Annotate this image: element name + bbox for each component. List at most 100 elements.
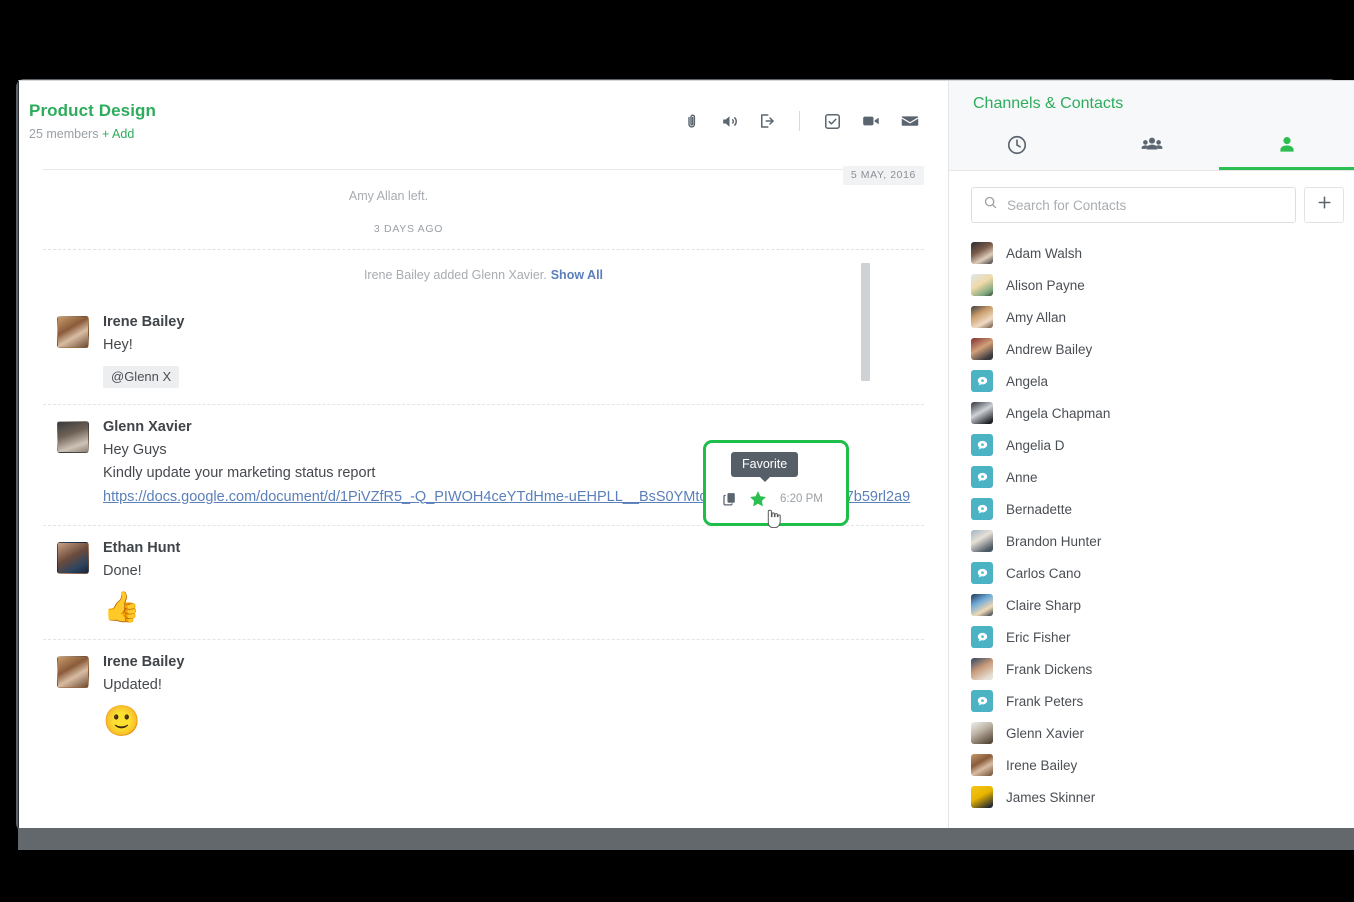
mention-chip[interactable]: @Glenn X [103,366,180,389]
contacts-panel: Channels & Contacts Search for Contacts … [949,81,1354,828]
contact-avatar [971,754,993,776]
search-input[interactable] [1007,197,1284,213]
message-actions-row: 6:20 PM [706,489,846,509]
contact-list-item[interactable]: Angela [971,365,1354,397]
contact-name: Frank Peters [1006,693,1084,709]
chat-header: Product Design 25 members + Add [19,81,948,170]
contact-name: Frank Dickens [1006,661,1093,677]
message-author: Ethan Hunt [103,539,181,556]
copy-icon[interactable] [722,491,738,507]
contact-list-item[interactable]: Frank Dickens [971,653,1354,685]
contact-name: Bernadette [1006,501,1073,517]
date-separator-row: 5 MAY, 2016 [43,161,924,185]
contact-avatar [971,274,993,296]
chat-scrollbar[interactable] [861,263,870,381]
tab-recent[interactable] [949,128,1084,170]
contact-list-item[interactable]: Andrew Bailey [971,333,1354,365]
chat-pane: Product Design 25 members + Add 5 MAY, 2… [19,81,949,828]
message-body: Ethan Hunt Done! 👍 [103,540,924,623]
contact-name: Glenn Xavier [1006,725,1085,741]
contact-list-item[interactable]: Eric Fisher [971,621,1354,653]
header-icon-group [683,111,920,131]
message-text: Updated! [103,676,162,693]
contact-avatar [971,242,993,264]
tab-channels[interactable] [1084,128,1219,170]
system-left-notice: Amy Allan left. [348,189,429,203]
contact-name: Irene Bailey [1006,757,1078,773]
contact-list: Adam Walsh Alison Payne Amy Allan Andrew Ba… [949,237,1354,813]
message-author: Irene Bailey [103,314,185,330]
add-member-link[interactable]: + Add [102,127,134,141]
video-icon[interactable] [861,111,881,131]
plus-icon [1316,194,1333,216]
contact-name: Anne [1006,469,1038,485]
add-contact-button[interactable] [1304,187,1344,223]
avatar [57,421,89,454]
contact-list-item[interactable]: Angelia D [971,429,1354,461]
message-stream: 5 MAY, 2016 Amy Allan left. 3 DAYS AGO I… [19,161,948,753]
contact-avatar [971,658,993,680]
contact-list-item[interactable]: Frank Peters [971,685,1354,717]
contact-name: Brandon Hunter [1006,533,1102,549]
contact-name: Angela Chapman [1006,405,1111,421]
group-icon [1140,133,1164,162]
contact-list-item[interactable]: Alison Payne [971,269,1354,301]
mail-icon[interactable] [900,111,920,131]
contact-list-item[interactable]: Irene Bailey [971,749,1354,781]
contact-avatar-placeholder [971,434,993,456]
contact-avatar-placeholder [971,466,993,488]
contact-avatar [971,594,993,616]
contact-avatar-placeholder [971,562,993,584]
search-input-wrapper[interactable] [971,187,1296,223]
task-icon[interactable] [823,112,842,131]
contact-list-item[interactable]: Brandon Hunter [971,525,1354,557]
message-author: Irene Bailey [103,653,185,670]
paperclip-icon[interactable] [683,112,701,130]
relative-time-row: 3 DAYS AGO [43,203,924,243]
avatar [57,541,89,574]
contact-list-item[interactable]: James Skinner [971,781,1354,813]
avatar [57,316,89,348]
window-bottom-bar [18,828,1354,850]
message-actions-card: Favorite 6:20 PM [703,440,849,529]
contacts-panel-title: Channels & Contacts [973,95,1124,112]
exit-icon[interactable] [758,112,776,130]
member-count: 25 members [29,127,99,141]
contact-list-item[interactable]: Anne [971,461,1354,493]
tab-contacts[interactable] [1219,128,1354,170]
message-author: Glenn Xavier [103,419,192,436]
contact-list-item[interactable]: Carlos Cano [971,557,1354,589]
date-chip: 5 MAY, 2016 [842,166,924,185]
contact-name: Eric Fisher [1006,629,1071,645]
contact-list-item[interactable]: Adam Walsh [971,237,1354,269]
contact-name: Angelia D [1006,437,1065,453]
contact-name: Angela [1006,373,1049,389]
system-added-notice: Irene Bailey added Glenn Xavier. Show All [43,250,924,300]
contacts-panel-header: Channels & Contacts [949,81,1354,171]
person-icon [1276,134,1298,161]
contact-avatar [971,338,993,360]
contact-list-item[interactable]: Glenn Xavier [971,717,1354,749]
contact-name: Adam Walsh [1006,245,1083,261]
contacts-search-row [949,171,1354,237]
message-item: Glenn Xavier Hey Guys Kindly update your… [43,405,924,529]
speaker-icon[interactable] [720,112,739,131]
contact-avatar [971,786,993,808]
contact-name: Carlos Cano [1006,565,1082,581]
show-all-link[interactable]: Show All [551,268,603,282]
favorite-star-icon[interactable] [748,489,768,509]
contacts-panel-tabs [949,128,1354,170]
contact-list-item[interactable]: Claire Sharp [971,589,1354,621]
contact-list-item[interactable]: Bernadette [971,493,1354,525]
emoji-smile-icon: 🙂 [103,705,141,739]
header-divider [799,111,800,131]
contact-name: Alison Payne [1006,277,1085,293]
contact-list-item[interactable]: Amy Allan [971,301,1354,333]
contact-list-item[interactable]: Angela Chapman [971,397,1354,429]
message-item: Ethan Hunt Done! 👍 [43,526,924,640]
message-body: Irene Bailey Updated! 🙂 [103,654,924,737]
message-timestamp: 6:20 PM [780,493,823,506]
contact-avatar [971,530,993,552]
contact-name: Andrew Bailey [1006,341,1093,357]
added-notice-text: Irene Bailey added Glenn Xavier. [363,268,547,282]
